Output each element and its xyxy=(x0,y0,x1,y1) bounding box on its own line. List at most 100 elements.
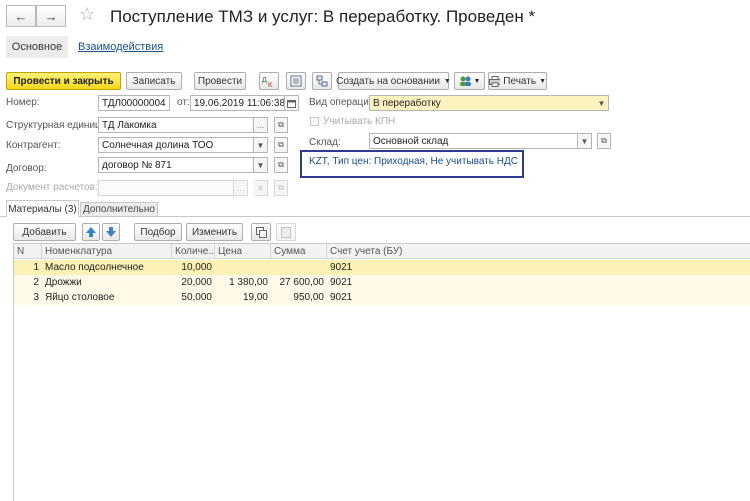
quantity-cell[interactable]: 20,000 xyxy=(172,275,215,290)
forward-button[interactable]: → xyxy=(36,5,66,27)
contract-label: Договор: xyxy=(6,163,47,174)
nomenclature-cell[interactable]: Яйцо столовое xyxy=(42,290,172,305)
settlement-select-button: … xyxy=(234,180,248,196)
sum-cell[interactable]: 950,00 xyxy=(271,290,327,305)
change-button[interactable]: Изменить xyxy=(186,223,243,241)
document-list-icon xyxy=(290,75,302,87)
date-field[interactable]: 19.06.2019 11:06:38 xyxy=(190,95,285,111)
page-title: Поступление ТМЗ и услуг: В переработку. … xyxy=(110,7,536,26)
structure-button[interactable] xyxy=(312,72,332,90)
tab-interactions[interactable]: Взаимодействия xyxy=(78,36,163,58)
unit-select-button[interactable]: … xyxy=(254,117,268,133)
pick-button[interactable]: Подбор xyxy=(134,223,182,241)
chevron-down-icon: ▼ xyxy=(443,77,451,85)
arrow-up-icon xyxy=(86,227,96,237)
price-cell[interactable]: 1 380,00 xyxy=(215,275,271,290)
add-row-button[interactable]: Добавить xyxy=(13,223,76,241)
star-icon[interactable]: ☆ xyxy=(79,4,95,25)
contract-dropdown-button[interactable]: ▼ xyxy=(254,157,268,173)
column-header-account[interactable]: Счет учета (БУ) xyxy=(327,244,750,258)
operation-type-field[interactable]: В переработку xyxy=(369,95,597,111)
column-header-n[interactable]: N xyxy=(14,244,42,258)
calendar-icon xyxy=(287,99,296,108)
contract-field[interactable]: договор № 871 xyxy=(98,157,254,173)
save-button[interactable]: Записать xyxy=(126,72,182,90)
open-window-icon: ⧉ xyxy=(601,136,607,145)
list-report-button[interactable] xyxy=(286,72,306,90)
kpn-label: Учитывать КПН xyxy=(323,116,396,127)
account-cell[interactable]: 9021 xyxy=(327,275,750,290)
chevron-down-icon: ▼ xyxy=(256,140,265,150)
calendar-button[interactable] xyxy=(285,95,299,111)
currency-price-type-link[interactable]: KZT, Тип цен: Приходная, Не учитывать НД… xyxy=(309,156,518,167)
counterparty-dropdown-button[interactable]: ▼ xyxy=(254,137,268,153)
number-label: Номер: xyxy=(6,97,40,108)
warehouse-dropdown-button[interactable]: ▼ xyxy=(578,133,592,149)
chevron-down-icon: ▼ xyxy=(539,77,546,85)
arrow-left-icon: ← xyxy=(14,8,28,24)
create-based-on-label: Создать на основании xyxy=(336,75,440,87)
column-header-sum[interactable]: Сумма xyxy=(271,244,327,258)
document-icon xyxy=(281,226,291,238)
column-header-price[interactable]: Цена xyxy=(215,244,271,258)
ellipsis-icon: … xyxy=(236,183,245,193)
settlement-doc-field[interactable] xyxy=(98,180,234,196)
column-header-nomenclature[interactable]: Номенклатура xyxy=(42,244,172,258)
move-up-button[interactable] xyxy=(82,223,100,241)
nomenclature-cell[interactable]: Масло подсолнечное xyxy=(42,260,172,275)
back-button[interactable]: ← xyxy=(6,5,36,27)
number-field[interactable]: ТДЛ00000004 xyxy=(98,95,170,111)
copy-row-button[interactable] xyxy=(251,223,271,241)
create-based-on-button[interactable]: Создать на основании ▼ xyxy=(336,72,451,90)
unit-open-button[interactable]: ⧉ xyxy=(274,117,288,133)
svg-text:К: К xyxy=(268,82,273,87)
account-cell[interactable]: 9021 xyxy=(327,260,750,275)
open-window-icon: ⧉ xyxy=(278,120,284,129)
table-row[interactable]: 1 Масло подсолнечное 10,000 9021 xyxy=(14,260,750,275)
row-number: 1 xyxy=(33,262,39,273)
quantity-cell[interactable]: 50,000 xyxy=(172,290,215,305)
structural-unit-label: Структурная единица: xyxy=(6,120,110,131)
open-window-icon: ⧉ xyxy=(278,140,284,149)
open-window-icon: ⧉ xyxy=(278,160,284,169)
dt-kt-report-button[interactable]: ДК xyxy=(259,72,279,90)
tab-main[interactable]: Основное xyxy=(6,36,68,58)
structural-unit-field[interactable]: ТД Лакомка xyxy=(98,117,254,133)
related-users-button[interactable]: ▼ xyxy=(454,72,485,90)
price-cell[interactable] xyxy=(215,260,271,275)
counterparty-label: Контрагент: xyxy=(6,140,61,151)
users-icon xyxy=(459,76,471,86)
operation-dropdown-button[interactable]: ▼ xyxy=(595,95,609,111)
sum-cell[interactable]: 27 600,00 xyxy=(271,275,327,290)
hierarchy-icon xyxy=(316,75,328,87)
sum-cell[interactable] xyxy=(271,260,327,275)
tab-materials[interactable]: Материалы (3) xyxy=(6,200,79,217)
counterparty-open-button[interactable]: ⧉ xyxy=(274,137,288,153)
open-window-icon: ⧉ xyxy=(278,183,284,192)
warehouse-open-button[interactable]: ⧉ xyxy=(597,133,611,149)
post-and-close-button[interactable]: Провести и закрыть xyxy=(6,72,121,90)
table-row[interactable]: 3 Яйцо столовое 50,000 19,00 950,00 9021 xyxy=(14,290,750,305)
contract-open-button[interactable]: ⧉ xyxy=(274,157,288,173)
account-cell[interactable]: 9021 xyxy=(327,290,750,305)
tab-additional[interactable]: Дополнительно xyxy=(80,202,158,216)
settlement-doc-label: Документ расчетов: xyxy=(6,182,98,193)
printer-icon xyxy=(489,75,501,87)
row-number: 2 xyxy=(33,277,39,288)
nomenclature-cell[interactable]: Дрожжи xyxy=(42,275,172,290)
warehouse-field[interactable]: Основной склад xyxy=(369,133,578,149)
date-label: от: xyxy=(177,97,190,108)
counterparty-field[interactable]: Солнечная долина ТОО xyxy=(98,137,254,153)
kpn-checkbox[interactable] xyxy=(310,117,319,126)
move-down-button[interactable] xyxy=(102,223,120,241)
print-button[interactable]: Печать ▼ xyxy=(488,72,547,90)
arrow-right-icon: → xyxy=(44,8,58,24)
svg-text:Д: Д xyxy=(262,77,267,84)
column-header-quantity[interactable]: Количе... xyxy=(172,244,215,258)
post-button[interactable]: Провести xyxy=(194,72,246,90)
row-number: 3 xyxy=(33,292,39,303)
price-cell[interactable]: 19,00 xyxy=(215,290,271,305)
quantity-cell[interactable]: 10,000 xyxy=(172,260,215,275)
settlement-open-button: ⧉ xyxy=(274,180,288,196)
table-row[interactable]: 2 Дрожжи 20,000 1 380,00 27 600,00 9021 xyxy=(14,275,750,290)
